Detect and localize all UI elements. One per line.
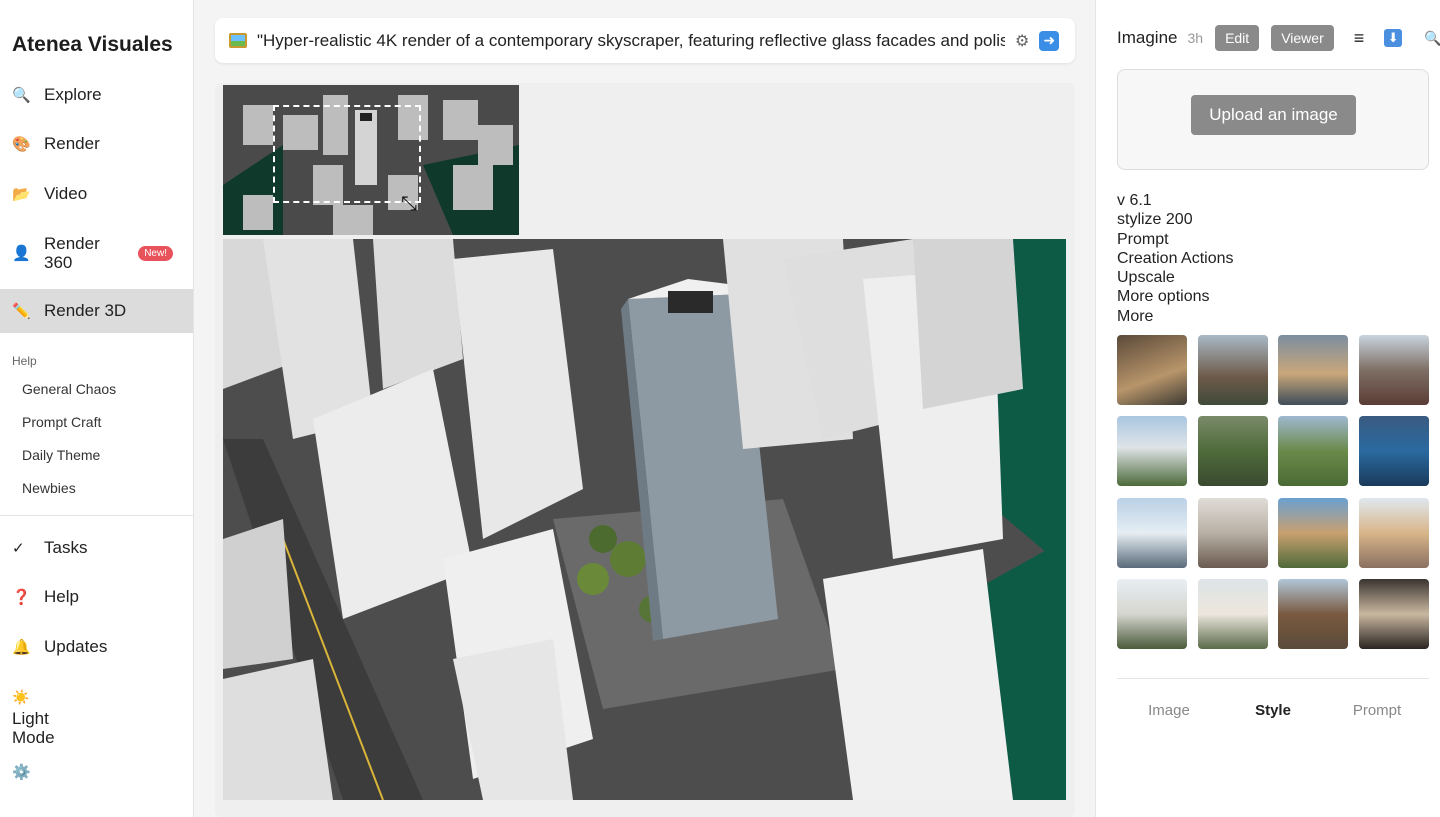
style-thumbnail[interactable]	[1358, 497, 1429, 568]
style-thumbnail[interactable]	[1358, 578, 1429, 649]
upscale-link[interactable]: Upscale	[1117, 268, 1234, 287]
nav-updates[interactable]: 🔔 Updates	[0, 625, 193, 669]
new-badge: New!	[138, 245, 173, 261]
prompt-text[interactable]: "Hyper-realistic 4K render of a contempo…	[257, 31, 1005, 51]
right-panel-divider	[1117, 678, 1429, 679]
download-icon[interactable]: ⬇	[1384, 29, 1403, 47]
nav-label: Video	[44, 184, 88, 203]
submit-arrow-icon[interactable]: ➜	[1039, 30, 1060, 51]
tab-style[interactable]: Style	[1221, 702, 1325, 719]
style-thumbnail[interactable]	[1117, 497, 1187, 568]
pencil-icon: ✏️	[12, 303, 31, 320]
app-root: Atenea Visuales 🔍 Explore 🎨 Render 📂 Vid…	[0, 0, 1440, 817]
sun-icon: ☀️	[12, 689, 30, 705]
resize-arrow-icon[interactable]: ⤡	[401, 193, 417, 216]
prompt-bar: "Hyper-realistic 4K render of a contempo…	[215, 18, 1075, 63]
check-icon: ✓	[12, 540, 25, 557]
more-link[interactable]: More	[1117, 307, 1234, 326]
timestamp: 3h	[1187, 30, 1204, 46]
nav-label: Render 360	[44, 234, 100, 272]
tab-image[interactable]: Image	[1117, 702, 1221, 719]
help-heading: Help	[12, 354, 37, 368]
nav-label: Updates	[44, 637, 108, 656]
nav-video[interactable]: 📂 Video	[0, 172, 193, 216]
style-thumbnail[interactable]	[1197, 335, 1268, 405]
edit-button[interactable]: Edit	[1215, 25, 1260, 51]
menu-icon[interactable]: ≡	[1354, 28, 1365, 49]
panel-title: Imagine	[1117, 28, 1178, 47]
style-thumbnail[interactable]	[1117, 416, 1187, 487]
style-thumbnail[interactable]	[1197, 578, 1268, 649]
style-reference-grid	[1117, 335, 1429, 649]
bell-icon: 🔔	[12, 639, 31, 656]
style-thumbnail[interactable]	[1197, 497, 1268, 568]
style-thumbnail[interactable]	[1358, 335, 1429, 405]
help-link-newbies[interactable]: Newbies	[22, 480, 76, 496]
brand-title[interactable]: Atenea Visuales	[12, 33, 173, 57]
minimap-thumbnail[interactable]: ⤡	[223, 85, 519, 235]
render-image	[223, 239, 1066, 800]
help-link-general-chaos[interactable]: General Chaos	[22, 381, 116, 397]
upload-image-button[interactable]: Upload an image	[1191, 95, 1356, 135]
style-thumbnail[interactable]	[1278, 416, 1348, 487]
prompt-link[interactable]: Prompt	[1117, 230, 1234, 249]
style-thumbnail[interactable]	[1278, 335, 1348, 405]
question-icon: ❓	[12, 589, 31, 606]
tab-prompt[interactable]: Prompt	[1325, 702, 1429, 719]
panel-tabs: Image Style Prompt	[1117, 702, 1429, 719]
version-label: v 6.1	[1117, 192, 1152, 209]
more-options-link[interactable]: More options	[1117, 287, 1234, 306]
nav-label: Render 3D	[44, 301, 127, 320]
nav-help[interactable]: ❓ Help	[0, 575, 193, 619]
right-panel: Imagine 3h Edit Viewer ≡ ⬇ 🔍 Upload an i…	[1095, 0, 1440, 817]
style-thumbnail[interactable]	[1117, 578, 1187, 649]
nav-explore[interactable]: 🔍 Explore	[0, 73, 193, 117]
nav-render-3d[interactable]: ✏️ Render 3D	[0, 289, 193, 333]
city-render	[223, 239, 1066, 800]
nav-label: Help	[44, 587, 79, 606]
folder-icon: 📂	[12, 186, 31, 203]
nav-tasks[interactable]: ✓ Tasks	[0, 526, 193, 570]
help-link-prompt-craft[interactable]: Prompt Craft	[22, 414, 101, 430]
sidebar-divider	[0, 515, 193, 516]
settings-gear-icon[interactable]: ⚙️	[12, 763, 31, 781]
style-thumbnail[interactable]	[1278, 578, 1348, 649]
nav-render[interactable]: 🎨 Render	[0, 122, 193, 166]
nav-render-360[interactable]: 👤 Render 360 New!	[0, 231, 193, 275]
search-icon: 🔍	[12, 87, 31, 104]
nav-label: Explore	[44, 85, 102, 104]
crop-selection[interactable]	[273, 105, 421, 203]
gear-icon[interactable]: ⚙	[1015, 31, 1029, 51]
stylize-label: stylize 200	[1117, 211, 1193, 229]
style-thumbnail[interactable]	[1197, 416, 1268, 487]
right-panel-header: Imagine 3h Edit Viewer ≡ ⬇ 🔍	[1117, 25, 1440, 51]
style-thumbnail[interactable]	[1278, 497, 1348, 568]
upload-dropzone[interactable]: Upload an image	[1117, 69, 1429, 170]
search-icon[interactable]: 🔍	[1424, 30, 1440, 47]
nav-label: Render	[44, 134, 100, 153]
sidebar: Atenea Visuales 🔍 Explore 🎨 Render 📂 Vid…	[0, 0, 194, 817]
palette-icon: 🎨	[12, 136, 31, 153]
image-meta-list: v 6.1 stylize 200 Prompt Creation Action…	[1117, 191, 1234, 326]
viewer-button[interactable]: Viewer	[1271, 25, 1334, 51]
image-icon	[229, 33, 247, 48]
light-mode-toggle[interactable]: ☀️ Light Mode	[12, 688, 62, 747]
user-icon: 👤	[12, 245, 31, 262]
creation-actions-link[interactable]: Creation Actions	[1117, 249, 1234, 268]
render-canvas: ⤡	[215, 83, 1075, 817]
light-mode-label: Light Mode	[12, 709, 55, 747]
style-thumbnail[interactable]	[1117, 335, 1187, 405]
nav-label: Tasks	[44, 538, 88, 557]
style-thumbnail[interactable]	[1358, 416, 1429, 487]
help-link-daily-theme[interactable]: Daily Theme	[22, 447, 100, 463]
